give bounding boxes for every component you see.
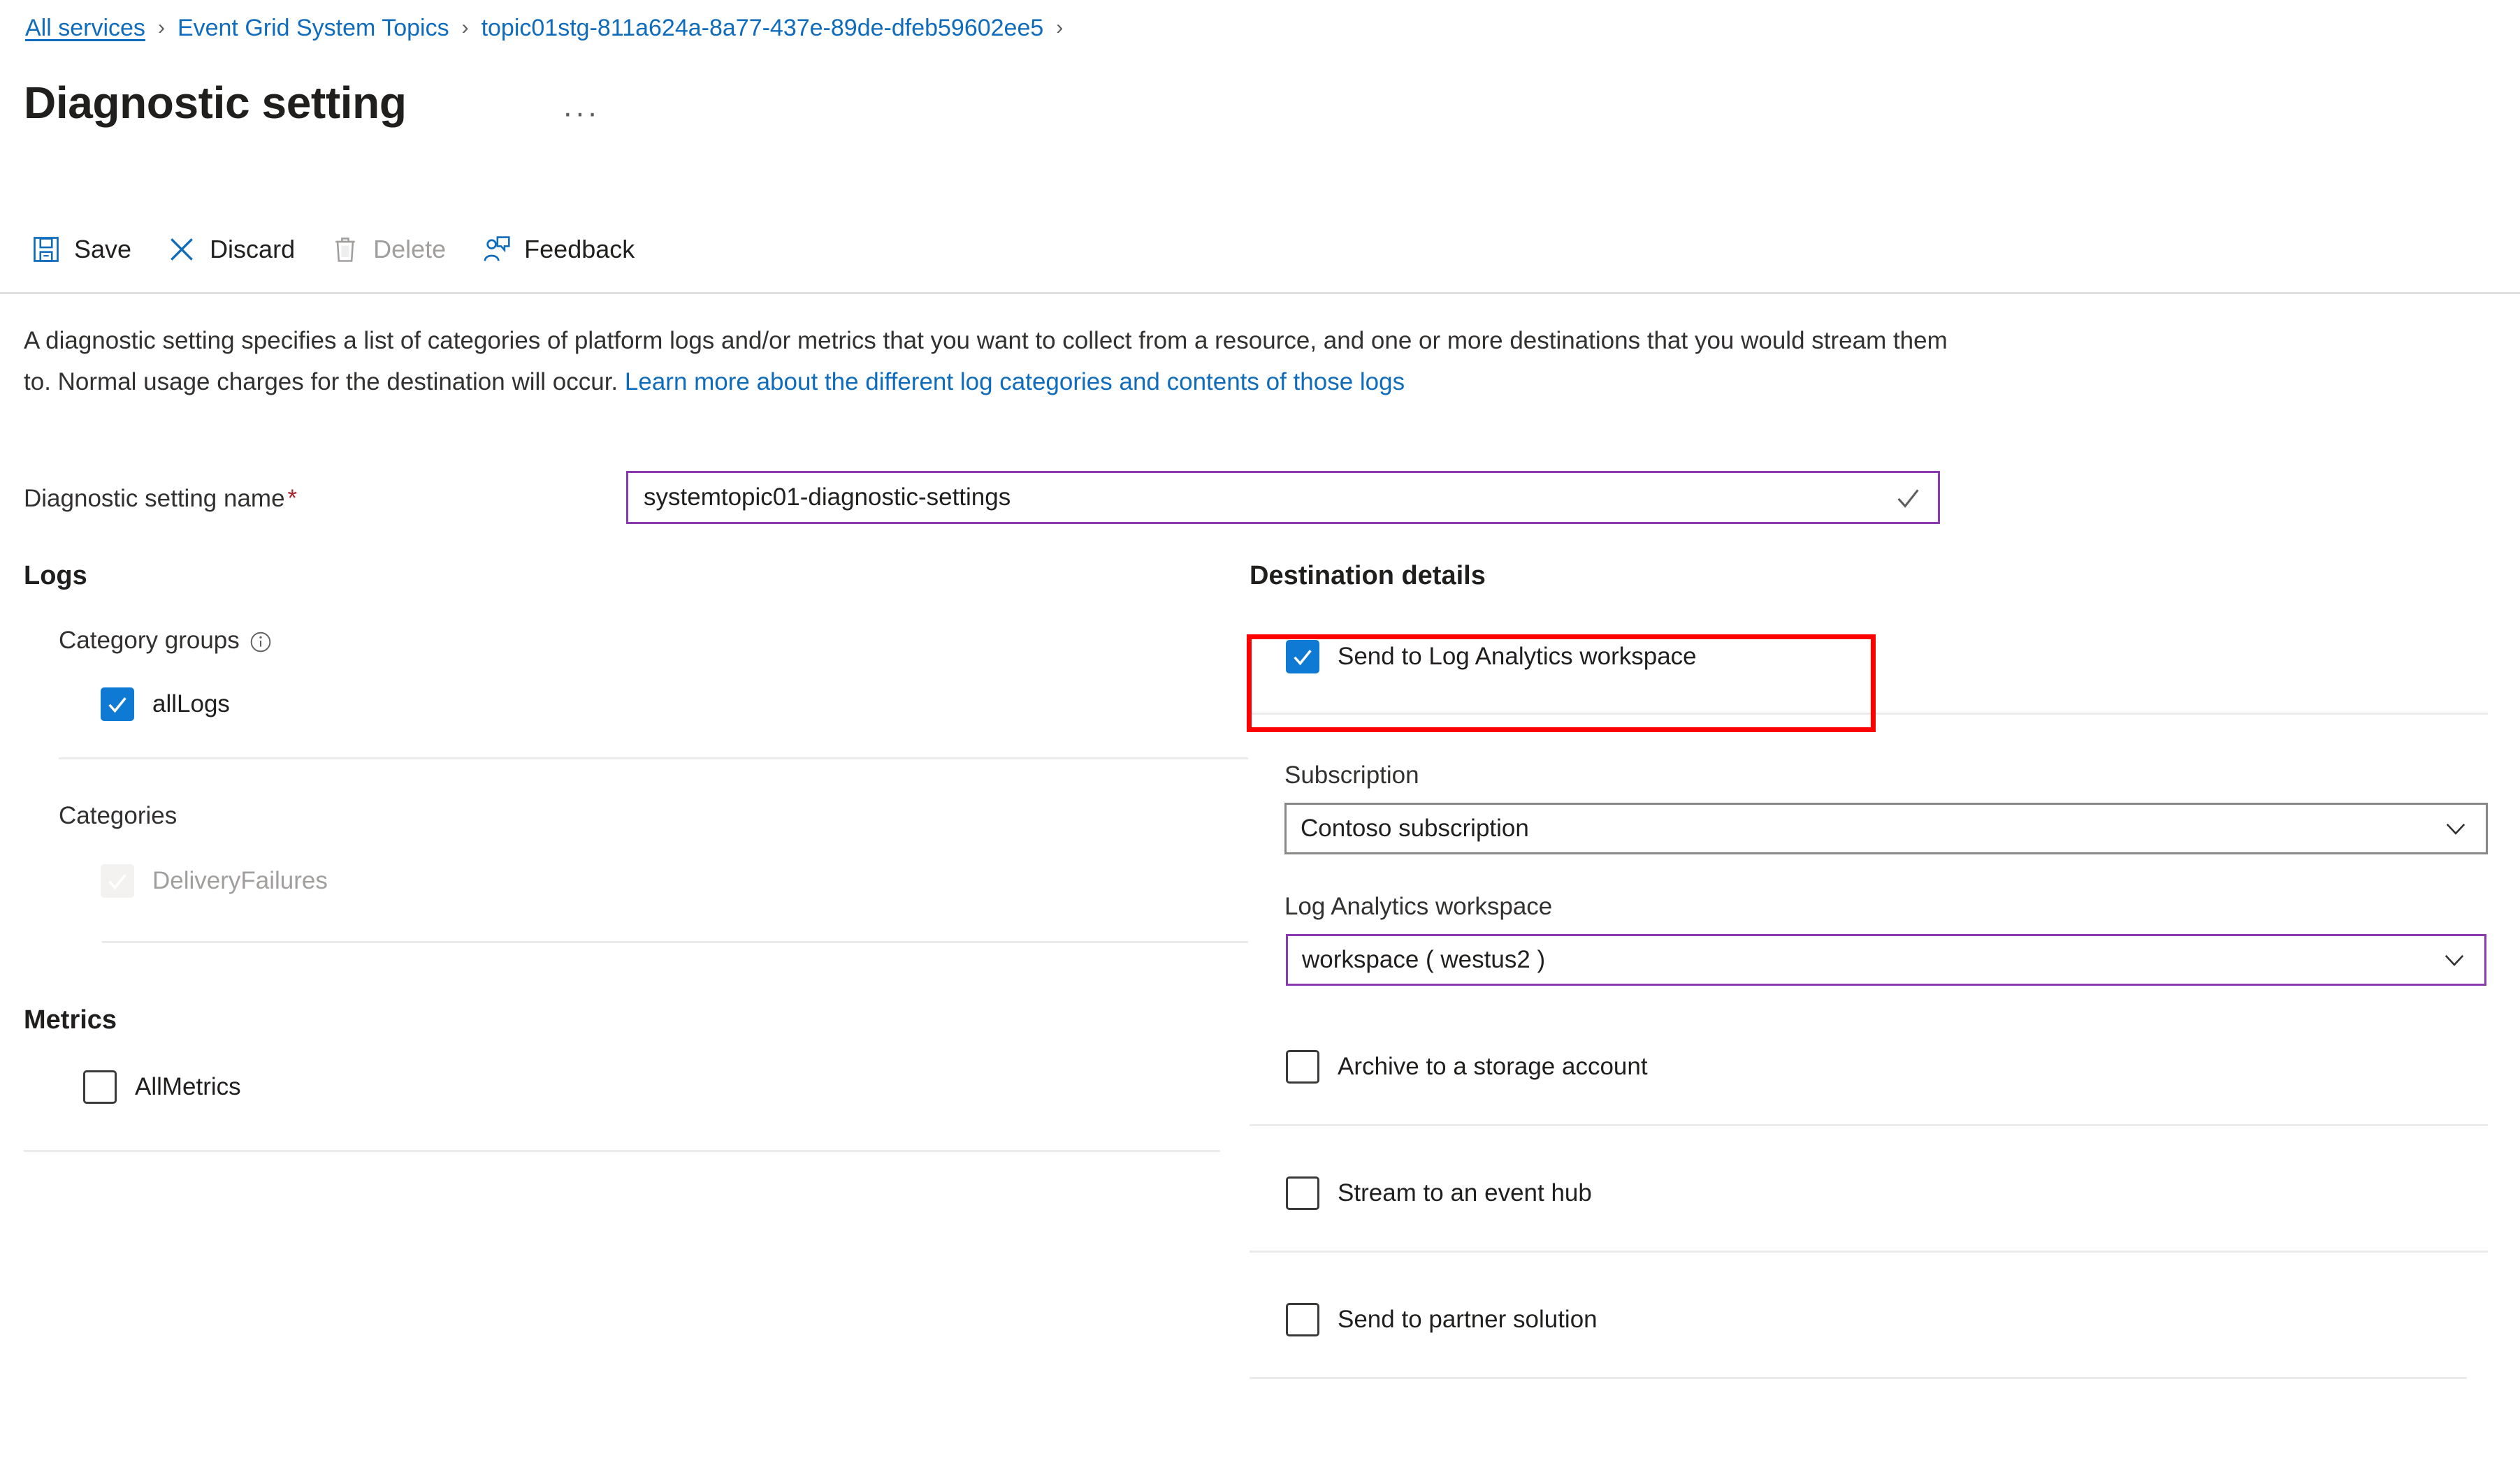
required-marker: *	[287, 485, 298, 512]
chevron-down-icon	[2440, 945, 2469, 975]
checkbox-stream-to-event-hub[interactable]: Stream to an event hub	[1286, 1176, 2493, 1210]
checkbox-delivery-failures: DeliveryFailures	[101, 864, 1240, 898]
divider	[59, 757, 1248, 759]
diagnostic-setting-name-label-text: Diagnostic setting name	[24, 485, 285, 512]
log-analytics-workspace-label: Log Analytics workspace	[1284, 893, 1553, 920]
delete-button: Delete	[320, 224, 456, 275]
checkbox-archive-to-storage-account-label: Archive to a storage account	[1338, 1053, 1648, 1080]
logs-column: Logs Category groups allLogs Categories	[24, 559, 1248, 1152]
checkbox-send-to-log-analytics-box[interactable]	[1286, 640, 1319, 673]
breadcrumb-item-all-services[interactable]: All services	[25, 13, 145, 43]
checkbox-send-to-partner-solution[interactable]: Send to partner solution	[1286, 1303, 2493, 1336]
breadcrumb-item-topic[interactable]: topic01stg-811a624a-8a77-437e-89de-dfeb5…	[481, 13, 1044, 43]
checkbox-all-logs-label: allLogs	[152, 690, 230, 717]
metrics-section-title: Metrics	[24, 1005, 117, 1035]
category-groups-label: Category groups	[59, 625, 1240, 657]
page-description: A diagnostic setting specifies a list of…	[24, 320, 1953, 402]
delete-button-label: Delete	[373, 235, 447, 263]
checkbox-delivery-failures-box	[101, 864, 134, 898]
subscription-dropdown[interactable]: Contoso subscription	[1284, 803, 2488, 854]
breadcrumb-item-event-grid-system-topics[interactable]: Event Grid System Topics	[178, 13, 449, 43]
command-bar: Save Discard Delete Feedback	[21, 224, 660, 275]
checkbox-archive-to-storage-account-box[interactable]	[1286, 1050, 1319, 1084]
checkbox-archive-to-storage-account[interactable]: Archive to a storage account	[1286, 1050, 2493, 1084]
breadcrumb-separator: ›	[461, 16, 469, 39]
checkbox-send-to-partner-solution-label: Send to partner solution	[1338, 1306, 1598, 1333]
learn-more-link[interactable]: Learn more about the different log categ…	[625, 368, 1405, 395]
checkbox-stream-to-event-hub-box[interactable]	[1286, 1176, 1319, 1210]
divider	[102, 941, 1248, 943]
checkbox-stream-to-event-hub-label: Stream to an event hub	[1338, 1179, 1592, 1207]
checkbox-delivery-failures-label: DeliveryFailures	[152, 867, 328, 894]
divider	[24, 1150, 1220, 1152]
diagnostic-setting-name-input[interactable]: systemtopic01-diagnostic-settings	[626, 471, 1940, 524]
breadcrumb-separator: ›	[157, 16, 165, 39]
logs-section-title: Logs	[24, 561, 87, 590]
breadcrumb-separator: ›	[1056, 16, 1064, 39]
feedback-person-icon	[481, 234, 512, 265]
divider	[1250, 713, 2488, 715]
divider	[1250, 1124, 2488, 1126]
checkbox-send-to-partner-solution-box[interactable]	[1286, 1303, 1319, 1336]
discard-button[interactable]: Discard	[157, 224, 305, 275]
more-options-button[interactable]: ···	[563, 98, 600, 129]
checkbox-all-logs[interactable]: allLogs	[101, 687, 1240, 721]
feedback-button[interactable]: Feedback	[471, 224, 644, 275]
save-icon	[31, 234, 61, 265]
trash-icon	[330, 234, 361, 265]
checkbox-all-logs-box[interactable]	[101, 687, 134, 721]
category-groups-label-text: Category groups	[59, 627, 240, 654]
checkbox-all-metrics[interactable]: AllMetrics	[83, 1070, 1240, 1104]
toolbar-divider	[0, 292, 2520, 294]
subscription-label: Subscription	[1284, 761, 1419, 789]
diagnostic-setting-name-label: Diagnostic setting name *	[24, 482, 297, 516]
discard-button-label: Discard	[210, 235, 296, 263]
destination-details-column: Destination details Send to Log Analytic…	[1250, 559, 2493, 1379]
feedback-button-label: Feedback	[524, 235, 635, 263]
save-button-label: Save	[74, 235, 132, 263]
close-x-icon	[166, 234, 197, 265]
checkmark-icon	[1892, 481, 1924, 513]
subscription-dropdown-value: Contoso subscription	[1301, 815, 1529, 842]
save-button[interactable]: Save	[21, 224, 141, 275]
chevron-down-icon	[2441, 814, 2470, 843]
destination-details-title: Destination details	[1250, 561, 1486, 590]
checkbox-all-metrics-label: AllMetrics	[135, 1073, 241, 1100]
log-analytics-workspace-dropdown-value: workspace ( westus2 )	[1302, 946, 1546, 973]
info-circle-icon[interactable]	[249, 629, 272, 653]
checkbox-send-to-log-analytics-label: Send to Log Analytics workspace	[1338, 643, 1697, 670]
categories-label: Categories	[59, 800, 1240, 832]
checkbox-send-to-log-analytics[interactable]: Send to Log Analytics workspace	[1286, 640, 2493, 673]
categories-label-text: Categories	[59, 802, 178, 829]
checkbox-all-metrics-box[interactable]	[83, 1070, 117, 1104]
divider	[1250, 1251, 2488, 1253]
breadcrumb: All services › Event Grid System Topics …	[25, 13, 1076, 43]
log-analytics-workspace-dropdown[interactable]: workspace ( westus2 )	[1286, 934, 2486, 986]
divider	[1250, 1377, 2467, 1379]
diagnostic-setting-name-value: systemtopic01-diagnostic-settings	[644, 483, 1011, 511]
diagnostic-setting-name-row: Diagnostic setting name * systemtopic01-d…	[24, 471, 2120, 528]
page-title: Diagnostic setting	[24, 78, 407, 128]
